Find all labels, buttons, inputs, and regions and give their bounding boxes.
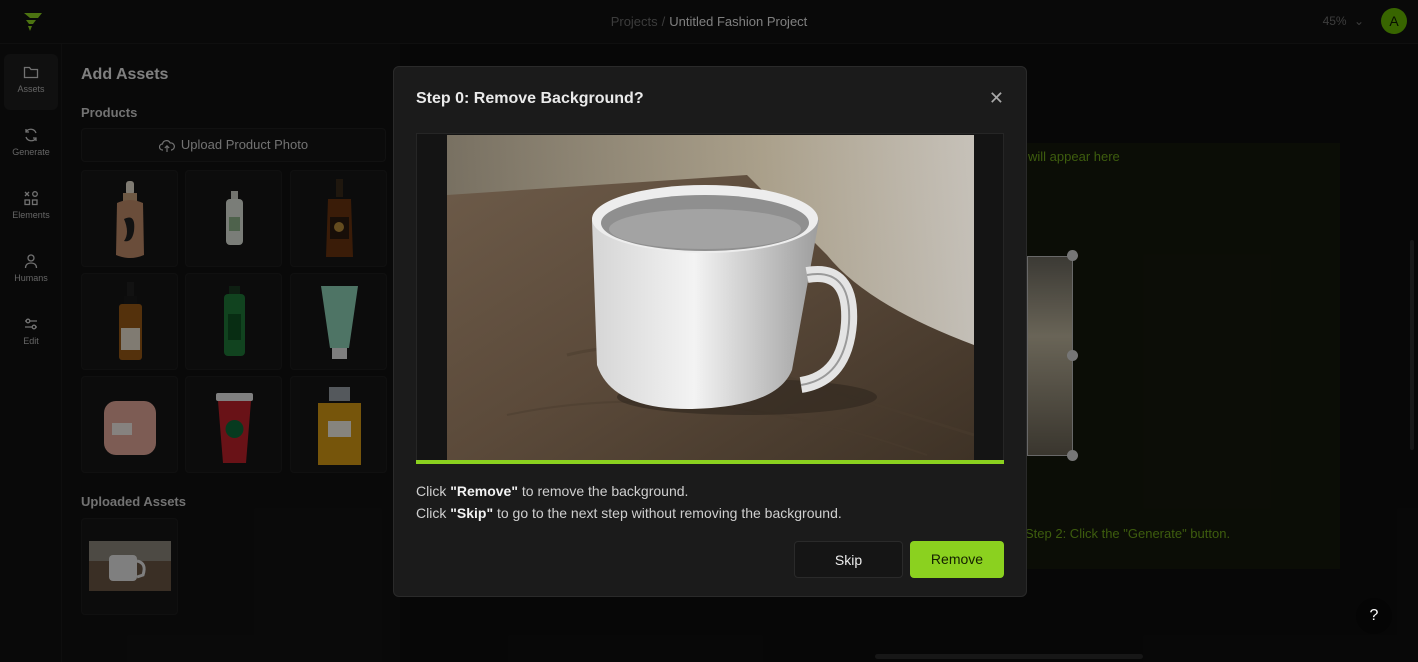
remove-button[interactable]: Remove <box>910 541 1004 578</box>
image-preview <box>416 133 1004 464</box>
instruction-remove: Click "Remove" to remove the background. <box>416 483 689 499</box>
dialog-title: Step 0: Remove Background? <box>416 90 644 107</box>
close-icon[interactable]: ✕ <box>989 89 1004 107</box>
progress-bar <box>416 460 1004 464</box>
instruction-skip: Click "Skip" to go to the next step with… <box>416 505 842 521</box>
remove-background-dialog: Step 0: Remove Background? ✕ Click "Remo… <box>393 66 1027 597</box>
mug-photo <box>447 135 974 461</box>
skip-button[interactable]: Skip <box>794 541 903 578</box>
help-button[interactable]: ? <box>1356 598 1392 634</box>
